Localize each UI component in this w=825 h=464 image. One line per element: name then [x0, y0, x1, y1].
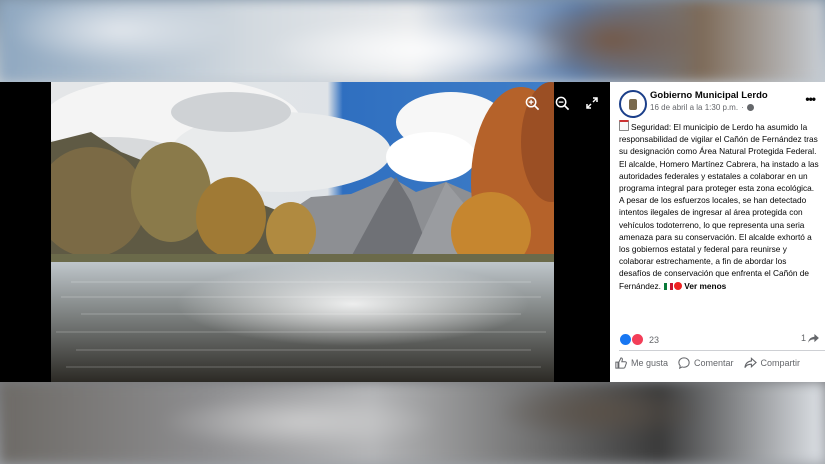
- share-arrow-icon: [808, 333, 819, 343]
- canyon-landscape-image: [51, 82, 554, 382]
- page-name[interactable]: Gobierno Municipal Lerdo: [650, 90, 768, 101]
- post-photo: [51, 82, 554, 382]
- share-icon: [743, 357, 757, 368]
- comment-button[interactable]: Comentar: [678, 357, 734, 369]
- mexico-flag-emoji-icon: [664, 282, 674, 290]
- see-less-link[interactable]: Ver menos: [684, 281, 726, 291]
- post-panel: Gobierno Municipal Lerdo 16 de abril a l…: [610, 82, 825, 382]
- comment-label: Comentar: [694, 358, 734, 368]
- post-meta: 16 de abril a la 1:30 p.m. ·: [650, 103, 754, 112]
- page-logo: [629, 98, 637, 110]
- action-bar: Me gusta Comentar Compartir: [615, 357, 825, 369]
- zoom-in-icon[interactable]: [521, 92, 543, 114]
- love-reaction-icon: [631, 333, 644, 346]
- globe-icon: [746, 104, 754, 111]
- reactions-summary[interactable]: 23: [619, 333, 659, 346]
- comment-icon: [678, 357, 690, 369]
- share-button[interactable]: Compartir: [743, 357, 801, 369]
- like-label: Me gusta: [631, 358, 669, 368]
- like-reaction-icon: [619, 333, 632, 346]
- photo-viewer: [0, 82, 610, 382]
- post-date[interactable]: 16 de abril a la 1:30 p.m.: [650, 103, 738, 112]
- share-label: Compartir: [760, 358, 801, 368]
- share-count-number: 1: [800, 333, 806, 343]
- zoom-out-icon[interactable]: [551, 92, 573, 114]
- meta-separator: ·: [741, 103, 744, 112]
- fullscreen-icon[interactable]: [581, 92, 603, 114]
- reaction-count: 23: [649, 334, 660, 345]
- avatar[interactable]: [619, 90, 647, 118]
- post-body: Seguridad: El municipio de Lerdo ha asum…: [619, 122, 819, 291]
- calendar-emoji-icon: [619, 120, 629, 131]
- more-icon[interactable]: •••: [805, 92, 816, 106]
- like-button[interactable]: Me gusta: [615, 357, 668, 369]
- red-circle-emoji-icon: [674, 281, 683, 290]
- divider: [619, 350, 825, 351]
- thumbs-up-icon: [615, 357, 627, 369]
- share-count[interactable]: 1: [801, 333, 819, 343]
- post-text: Seguridad: El municipio de Lerdo ha asum…: [619, 120, 819, 292]
